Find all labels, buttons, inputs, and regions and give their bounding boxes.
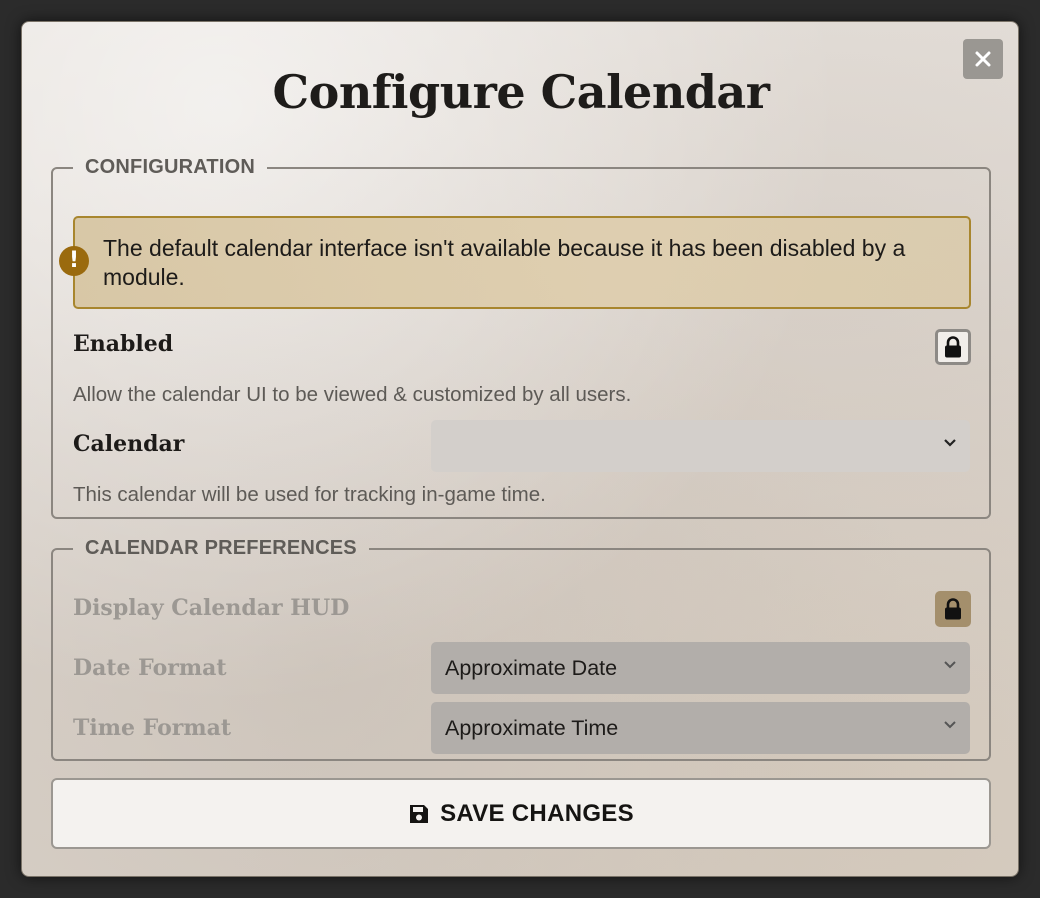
calendar-hint: This calendar will be used for tracking … — [73, 483, 546, 506]
save-changes-label: SAVE CHANGES — [440, 799, 634, 827]
chevron-down-icon — [944, 661, 956, 669]
dialog-title: Configure Calendar — [272, 65, 770, 119]
chevron-down-icon — [944, 721, 956, 729]
time-format-label: Time Format — [73, 715, 232, 741]
display-calendar-hud-lock[interactable] — [935, 591, 971, 627]
display-calendar-hud-label: Display Calendar HUD — [73, 595, 350, 621]
warning-text: The default calendar interface isn't ava… — [103, 235, 906, 290]
calendar-preferences-fieldset: CALENDAR PREFERENCES Display Calendar HU… — [51, 537, 991, 761]
configuration-fieldset: CONFIGURATION ! The default calendar int… — [51, 156, 991, 519]
lock-icon — [945, 598, 961, 620]
exclamation-icon: ! — [59, 246, 89, 276]
warning-notice: ! The default calendar interface isn't a… — [59, 216, 971, 309]
calendar-label: Calendar — [73, 431, 185, 457]
calendar-select[interactable] — [431, 420, 970, 472]
lock-icon — [945, 336, 961, 358]
enabled-label: Enabled — [73, 331, 174, 357]
floppy-disk-icon — [410, 804, 429, 823]
save-changes-button[interactable]: SAVE CHANGES — [51, 778, 991, 849]
calendar-preferences-legend: CALENDAR PREFERENCES — [85, 537, 357, 559]
date-format-value: Approximate Date — [445, 655, 618, 680]
date-format-select[interactable]: Approximate Date — [431, 642, 970, 694]
time-format-select[interactable]: Approximate Time — [431, 702, 970, 754]
time-format-value: Approximate Time — [445, 715, 619, 740]
configure-calendar-dialog: Configure Calendar CONFIGURATION ! The d… — [21, 21, 1019, 877]
configuration-legend: CONFIGURATION — [85, 156, 255, 178]
enabled-lock-toggle[interactable] — [935, 329, 971, 365]
chevron-down-icon — [944, 439, 956, 447]
enabled-hint: Allow the calendar UI to be viewed & cus… — [73, 383, 632, 406]
date-format-label: Date Format — [73, 655, 227, 681]
